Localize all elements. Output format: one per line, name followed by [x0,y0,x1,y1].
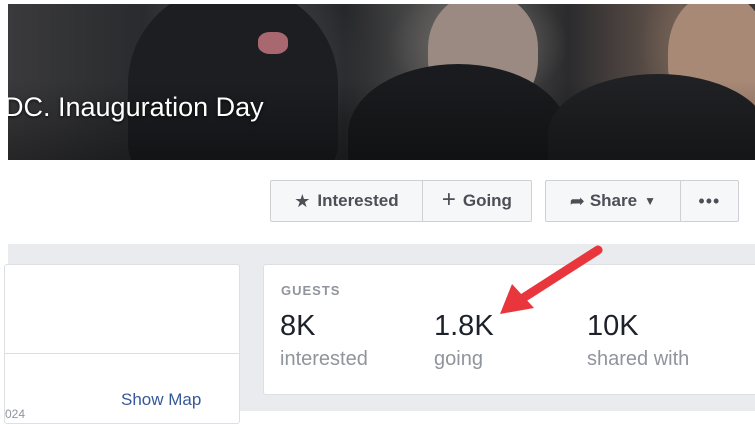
event-title: DC. Inauguration Day [8,92,264,122]
going-button[interactable]: + Going [421,181,531,221]
guest-stat-value: 1.8K [434,310,494,342]
guest-stat-value: 8K [280,310,316,342]
show-map-link[interactable]: Show Map [121,390,201,410]
share-arrow-icon: ➦ [569,190,585,211]
ellipsis-icon: ••• [698,190,721,211]
interested-button[interactable]: ★ Interested [271,181,422,221]
annotation-arrow-icon [500,245,603,314]
share-button-group: ➦ Share ▼ ••• [545,180,739,222]
guest-stat-interested[interactable]: 8K interested [280,309,368,373]
annotation-arrow-shaft [515,245,603,305]
guest-stat-label: shared with [587,348,690,370]
guest-stat-label: interested [280,348,368,370]
more-options-button[interactable]: ••• [679,181,738,221]
event-details-area: Show Map 024 GUESTS 8K interested 1.8K g… [4,244,755,424]
event-cover-photo[interactable]: DC. Inauguration Day [8,4,755,160]
star-icon: ★ [294,190,311,211]
plus-icon: + [441,186,456,213]
rsvp-button-group: ★ Interested + Going [270,180,532,222]
event-details-card: Show Map 024 [4,264,240,424]
card-divider [5,353,239,354]
share-button[interactable]: ➦ Share ▼ [546,181,680,221]
cut-off-text: 024 [5,407,26,421]
share-button-label: Share [589,191,638,210]
interested-button-label: Interested [317,191,399,210]
caret-down-icon: ▼ [644,194,656,208]
guest-stat-going[interactable]: 1.8K going [434,309,494,373]
going-button-label: Going [462,191,512,210]
cover-photo-detail [258,32,288,54]
guest-stat-label: going [434,348,483,370]
guests-heading: GUESTS [281,283,341,298]
